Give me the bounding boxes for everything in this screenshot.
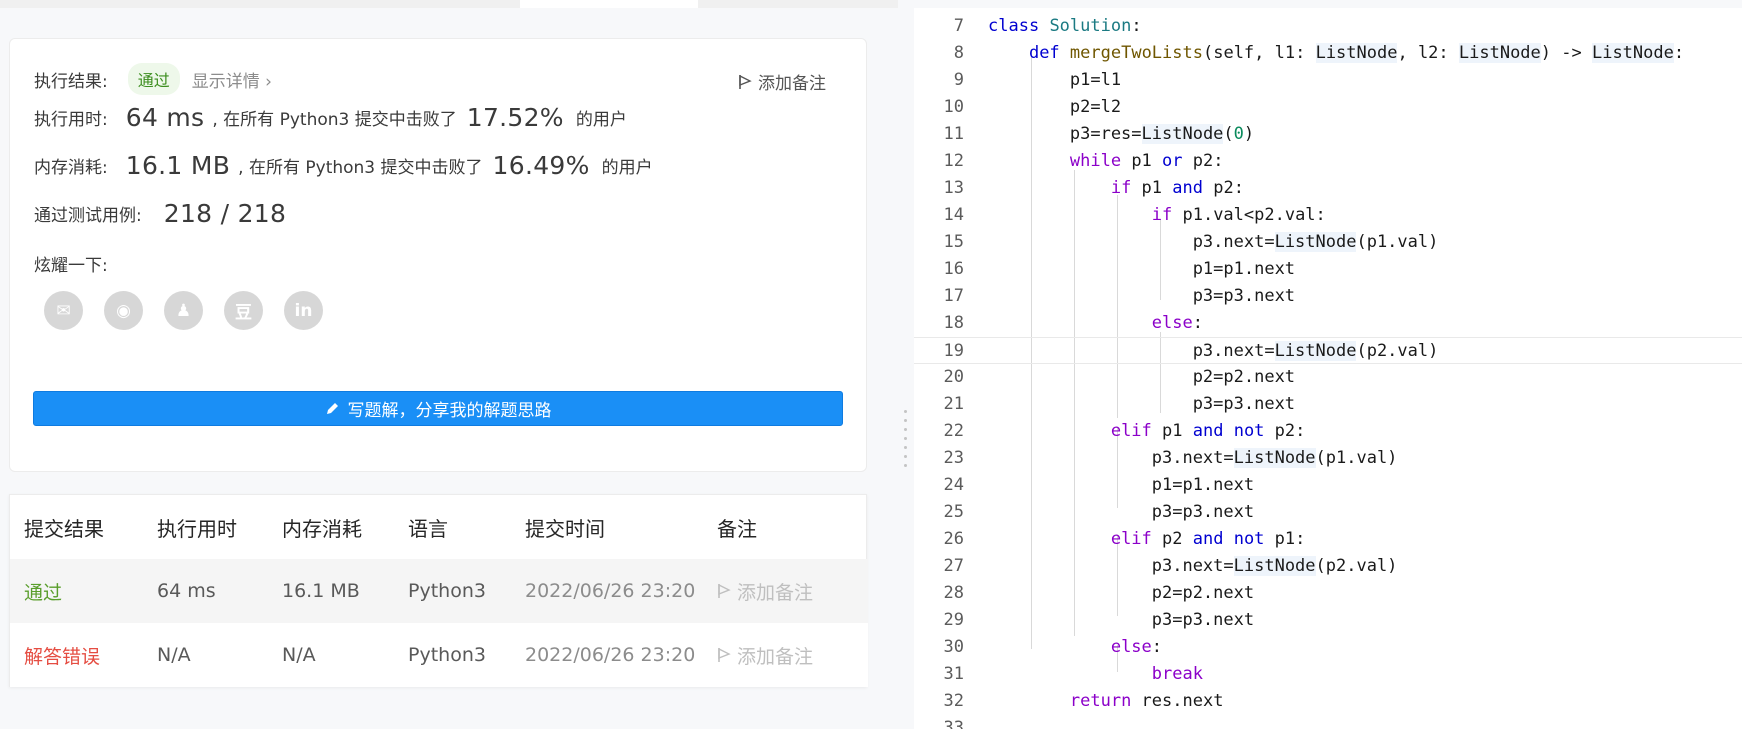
row-note-label: 添加备注 [737,645,814,668]
code-line: 29 p3=p3.next [943,610,1255,630]
memory-percent: 16.49% [492,151,590,180]
flag-icon [718,583,731,598]
show-details-link[interactable]: 显示详情 › [192,67,272,92]
table-row[interactable]: 通过 64 ms 16.1 MB Python3 2022/06/26 23:2… [10,559,868,623]
memory-prefix: , 在所有 Python3 提交中击败了 [238,158,483,178]
row-add-note-button[interactable]: 添加备注 [717,642,813,669]
code-line: 23 p3.next=ListNode(p1.val) [943,448,1398,468]
runtime-prefix: , 在所有 Python3 提交中击败了 [212,110,457,130]
code-line: 33 [943,718,964,729]
row-language: Python3 [408,580,486,602]
code-line: 15 p3.next=ListNode(p1.val) [943,232,1439,252]
row-result[interactable]: 解答错误 [24,642,100,669]
code-line: 26 elif p2 and not p1: [943,529,1306,549]
code-line: 13 if p1 and p2: [943,178,1244,198]
write-solution-label: 写题解，分享我的解题思路 [347,401,552,421]
code-line: 9 p1=l1 [953,70,1122,90]
runtime-label: 执行用时: [34,110,108,130]
weibo-icon[interactable]: ◉ [104,291,143,330]
row-result[interactable]: 通过 [24,578,62,605]
runtime-row: 执行用时: 64 ms , 在所有 Python3 提交中击败了 17.52% … [34,103,627,132]
header-note: 备注 [717,516,757,541]
row-language: Python3 [408,644,486,666]
write-solution-button[interactable]: 写题解，分享我的解题思路 [33,391,843,426]
code-line: 8 def mergeTwoLists(self, l1: ListNode, … [953,43,1685,63]
flag-icon [739,74,752,89]
code-line: 10 p2=l2 [943,97,1122,117]
code-editor[interactable]: 7 class Solution: 8 def mergeTwoLists(sel… [914,8,1742,729]
runtime-value: 64 ms [125,103,205,132]
code-line: 31 break [943,664,1203,684]
header-runtime: 执行用时 [157,516,237,541]
memory-label: 内存消耗: [34,158,108,178]
result-row: 执行结果: 通过 显示详情 › [34,63,272,95]
row-memory: 16.1 MB [282,580,360,602]
code-line: 20 p2=p2.next [943,367,1296,387]
share-label: 炫耀一下: [34,256,108,276]
drag-dots-icon [904,410,907,467]
testcase-value: 218 / 218 [163,199,287,228]
row-time: 2022/06/26 23:20 [525,644,696,666]
result-pane: 执行结果: 通过 显示详情 › 添加备注 执行用时: 64 ms , 在所有 P… [0,8,898,729]
table-row[interactable]: 解答错误 N/A N/A Python3 2022/06/26 23:20 添加… [10,623,868,687]
code-line: 27 p3.next=ListNode(p2.val) [943,556,1398,576]
memory-suffix: 的用户 [601,158,653,178]
pencil-icon [326,403,338,414]
code-line: 7 class Solution: [953,16,1142,36]
result-label: 执行结果: [34,71,108,92]
code-line: 18 else: [943,313,1203,333]
memory-value: 16.1 MB [125,151,231,180]
code-line: 12 while p1 or p2: [943,151,1224,171]
code-line: 28 p2=p2.next [943,583,1255,603]
header-result: 提交结果 [24,516,104,541]
row-memory: N/A [282,644,316,666]
row-add-note-button[interactable]: 添加备注 [717,578,813,605]
runtime-percent: 17.52% [466,103,564,132]
douban-icon[interactable]: 豆 [224,291,263,330]
header-language: 语言 [408,516,448,541]
code-line: 21 p3=p3.next [943,394,1296,414]
pane-resize-handle[interactable] [898,0,914,729]
submissions-table: 提交结果 执行用时 内存消耗 语言 提交时间 备注 通过 64 ms 16.1 … [9,494,868,687]
code-line: 17 p3=p3.next [943,286,1296,306]
flag-icon [718,647,731,662]
active-tab[interactable] [520,0,698,8]
add-note-label: 添加备注 [758,74,826,94]
add-note-button[interactable]: 添加备注 [738,69,826,94]
code-line-current: 19 p3.next=ListNode(p2.val) [914,337,1742,364]
row-runtime: 64 ms [157,580,216,602]
table-header: 提交结果 执行用时 内存消耗 语言 提交时间 备注 [10,495,868,559]
testcase-label: 通过测试用例: [34,206,142,226]
wechat-icon[interactable]: ✉ [44,291,83,330]
linkedin-icon[interactable]: in [284,291,323,330]
share-icons: ✉ ◉ ♟ 豆 in [44,291,323,330]
row-time: 2022/06/26 23:20 [525,580,696,602]
code-line: 14 if p1.val<p2.val: [943,205,1326,225]
testcase-row: 通过测试用例: 218 / 218 [34,199,286,228]
tab-strip [0,0,898,8]
runtime-suffix: 的用户 [575,110,627,130]
code-line: 11 p3=res=ListNode(0) [943,124,1255,144]
result-card: 执行结果: 通过 显示详情 › 添加备注 执行用时: 64 ms , 在所有 P… [9,38,867,472]
code-line: 30 else: [943,637,1163,657]
memory-row: 内存消耗: 16.1 MB , 在所有 Python3 提交中击败了 16.49… [34,151,653,180]
code-line: 25 p3=p3.next [943,502,1255,522]
header-memory: 内存消耗 [282,516,362,541]
code-line: 32 return res.next [943,691,1224,711]
qq-icon[interactable]: ♟ [164,291,203,330]
code-line: 22 elif p1 and not p2: [943,421,1306,441]
leetcode-submission-page: 执行结果: 通过 显示详情 › 添加备注 执行用时: 64 ms , 在所有 P… [0,0,1742,729]
code-line: 24 p1=p1.next [943,475,1255,495]
status-badge: 通过 [127,63,180,95]
code-line: 16 p1=p1.next [943,259,1296,279]
share-label-row: 炫耀一下: [34,251,108,276]
row-runtime: N/A [157,644,191,666]
row-note-label: 添加备注 [737,581,814,604]
header-time: 提交时间 [525,516,605,541]
